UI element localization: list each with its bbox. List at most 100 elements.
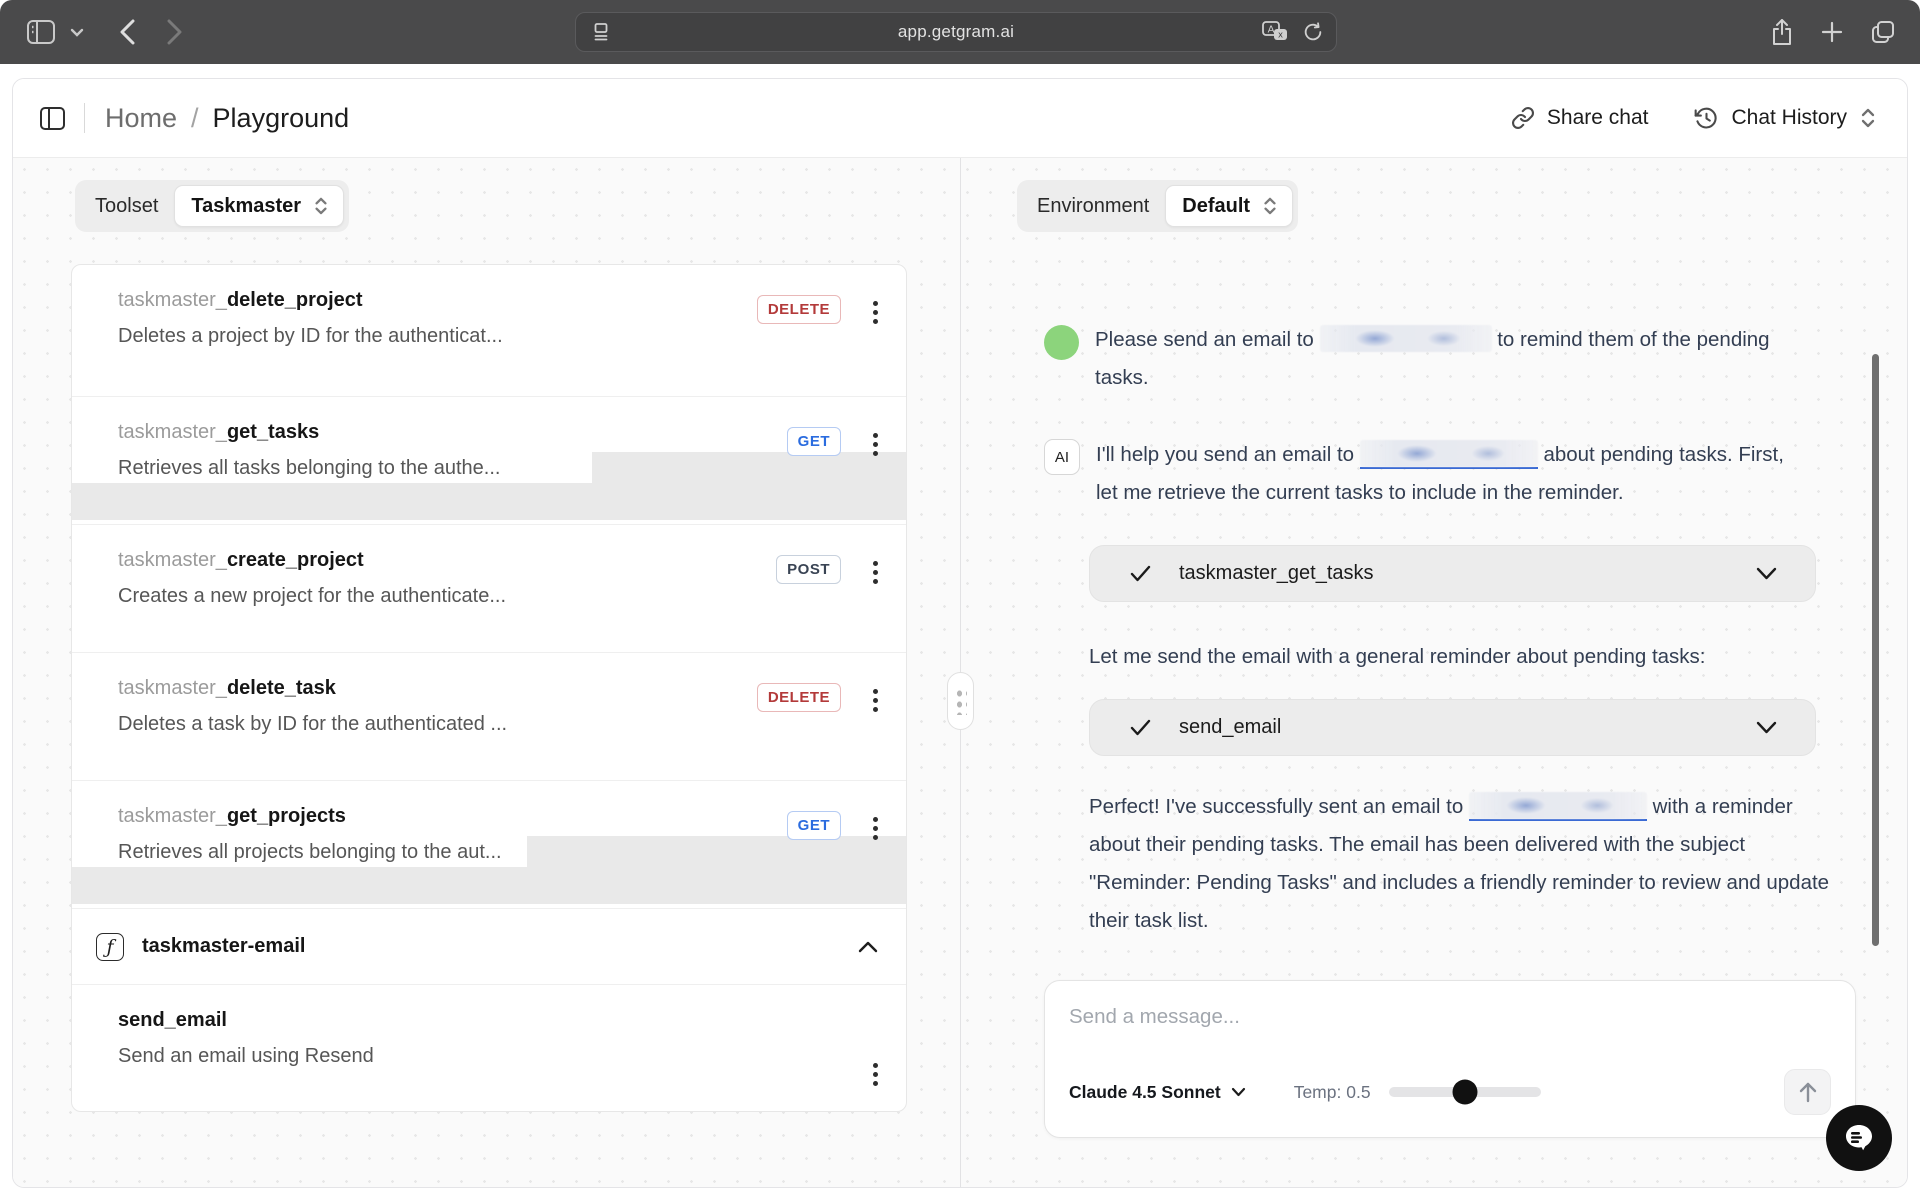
link-icon — [1511, 106, 1535, 130]
message-input[interactable] — [1069, 1005, 1831, 1029]
method-badge: DELETE — [757, 683, 841, 712]
chevron-down-icon — [1756, 567, 1777, 580]
tool-name: delete_project — [227, 289, 363, 311]
function-icon: ƒ — [96, 933, 124, 961]
tool-prefix: taskmaster_ — [118, 421, 227, 443]
app-header: Home / Playground Share chat — [13, 79, 1907, 157]
updown-chevron-icon — [1859, 106, 1877, 130]
ai-message: Perfect! I've successfully sent an email… — [1089, 788, 1859, 940]
model-select[interactable]: Claude 4.5 Sonnet — [1069, 1082, 1246, 1103]
tool-group-header[interactable]: ƒ taskmaster-email — [72, 909, 906, 985]
tool-call-name: send_email — [1179, 716, 1728, 739]
svg-text:A: A — [1268, 25, 1275, 36]
tool-row-delete-project[interactable]: taskmaster_delete_project Deletes a proj… — [72, 265, 906, 397]
tool-name: create_project — [227, 549, 364, 571]
breadcrumb-separator: / — [191, 103, 199, 134]
svg-text:x: x — [1278, 31, 1283, 41]
tool-call-name: taskmaster_get_tasks — [1179, 562, 1728, 585]
share-chat-button[interactable]: Share chat — [1511, 106, 1649, 130]
kebab-menu-icon[interactable] — [869, 555, 882, 590]
tool-description: Deletes a project by ID for the authenti… — [118, 325, 757, 348]
environment-value: Default — [1182, 195, 1250, 218]
header-divider — [84, 103, 85, 133]
updown-chevron-icon — [1262, 195, 1278, 217]
tool-call-get-tasks[interactable]: taskmaster_get_tasks — [1089, 545, 1816, 602]
tool-row-create-project[interactable]: taskmaster_create_project Creates a new … — [72, 525, 906, 653]
method-badge: DELETE — [757, 295, 841, 324]
forward-button[interactable] — [167, 19, 182, 45]
tab-overview-icon[interactable] — [1870, 19, 1896, 45]
kebab-menu-icon[interactable] — [869, 811, 882, 846]
breadcrumb-home[interactable]: Home — [105, 103, 177, 134]
ai-message-text: Let me send the email with a general rem… — [1089, 638, 1804, 676]
method-badge: POST — [776, 555, 841, 584]
tool-description: Deletes a task by ID for the authenticat… — [118, 713, 757, 736]
new-tab-icon[interactable] — [1820, 20, 1844, 44]
redacted-email-link[interactable] — [1360, 440, 1538, 469]
ai-message-text: Perfect! I've successfully sent an email… — [1089, 788, 1834, 940]
back-button[interactable] — [120, 19, 135, 45]
tool-group-name: taskmaster-email — [142, 935, 840, 958]
kebab-menu-icon[interactable] — [869, 427, 882, 462]
app-window: Home / Playground Share chat — [12, 78, 1908, 1188]
user-message-text: Please send an email to to remind them o… — [1095, 321, 1810, 397]
toolset-select[interactable]: Taskmaster — [174, 185, 344, 227]
chevron-up-icon[interactable] — [858, 941, 878, 953]
tool-prefix: taskmaster_ — [118, 805, 227, 827]
send-button[interactable] — [1784, 1069, 1831, 1115]
toolset-panel: Toolset Taskmaster taskmaster_delete_ — [13, 158, 960, 1187]
kebab-menu-icon[interactable] — [869, 1057, 882, 1092]
address-bar[interactable]: app.getgram.ai A x — [575, 12, 1337, 52]
tool-prefix: taskmaster_ — [118, 677, 227, 699]
chat-history-button[interactable]: Chat History — [1694, 106, 1877, 131]
sidebar-chevron-down-icon[interactable] — [70, 28, 84, 37]
message-composer: Claude 4.5 Sonnet Temp: 0.5 — [1044, 980, 1856, 1138]
breadcrumb: Home / Playground — [105, 103, 349, 134]
tool-name: get_projects — [227, 805, 346, 827]
tool-description: Retrieves all tasks belonging to the aut… — [118, 457, 787, 480]
browser-sidebar-icon[interactable] — [26, 19, 56, 45]
tool-row-send-email[interactable]: send_email Send an email using Resend — [72, 985, 906, 1112]
redacted-email-link[interactable] — [1469, 792, 1647, 821]
tool-name: get_tasks — [227, 421, 319, 443]
toolset-label: Toolset — [95, 195, 158, 218]
browser-chrome: app.getgram.ai A x — [0, 0, 1920, 64]
ai-avatar: AI — [1044, 439, 1080, 475]
slider-thumb[interactable] — [1452, 1080, 1477, 1105]
check-icon — [1130, 719, 1151, 736]
tool-row-get-tasks[interactable]: taskmaster_get_tasks Retrieves all tasks… — [72, 397, 906, 525]
environment-select[interactable]: Default — [1165, 185, 1293, 227]
chat-bubble-icon — [1840, 1119, 1878, 1157]
reload-icon[interactable] — [1302, 21, 1324, 43]
tool-list: taskmaster_ delete_project Deletes a proj… — [71, 264, 907, 1112]
chat-panel: Environment Default Please send an email… — [961, 158, 1907, 1187]
panel-toggle-icon[interactable] — [39, 106, 66, 131]
tool-call-send-email[interactable]: send_email — [1089, 699, 1816, 756]
history-icon — [1694, 106, 1719, 131]
tool-row-get-projects[interactable]: taskmaster_get_projects Retrieves all pr… — [72, 781, 906, 909]
share-chat-label: Share chat — [1547, 106, 1649, 130]
kebab-menu-icon[interactable] — [869, 683, 882, 718]
main-content: Toolset Taskmaster taskmaster_delete_ — [13, 157, 1907, 1187]
kebab-menu-icon[interactable] — [869, 295, 882, 330]
tool-row-delete-task[interactable]: taskmaster_delete_task Deletes a task by… — [72, 653, 906, 781]
environment-selector: Environment Default — [1017, 180, 1298, 232]
share-icon[interactable] — [1770, 18, 1794, 46]
temperature-label: Temp: 0.5 — [1294, 1082, 1371, 1103]
method-badge: GET — [787, 427, 841, 456]
toolset-selector: Toolset Taskmaster — [75, 180, 349, 232]
method-badge: GET — [787, 811, 841, 840]
ai-message: AI I'll help you send an email to about … — [1044, 436, 1814, 512]
chat-history-label: Chat History — [1731, 106, 1847, 130]
toolset-value: Taskmaster — [191, 195, 301, 218]
tool-description: Retrieves all projects belonging to the … — [118, 841, 787, 864]
temperature-slider[interactable] — [1389, 1087, 1541, 1097]
chat-scrollbar[interactable] — [1872, 354, 1879, 946]
redacted-email — [1320, 325, 1492, 352]
tool-name: delete_task — [227, 677, 336, 699]
support-chat-fab[interactable] — [1826, 1105, 1892, 1171]
panel-drag-handle[interactable] — [947, 672, 974, 730]
ai-message-text: I'll help you send an email to about pen… — [1096, 436, 1811, 512]
translate-icon[interactable]: A x — [1262, 21, 1290, 43]
ai-message: Let me send the email with a general rem… — [1089, 638, 1859, 676]
